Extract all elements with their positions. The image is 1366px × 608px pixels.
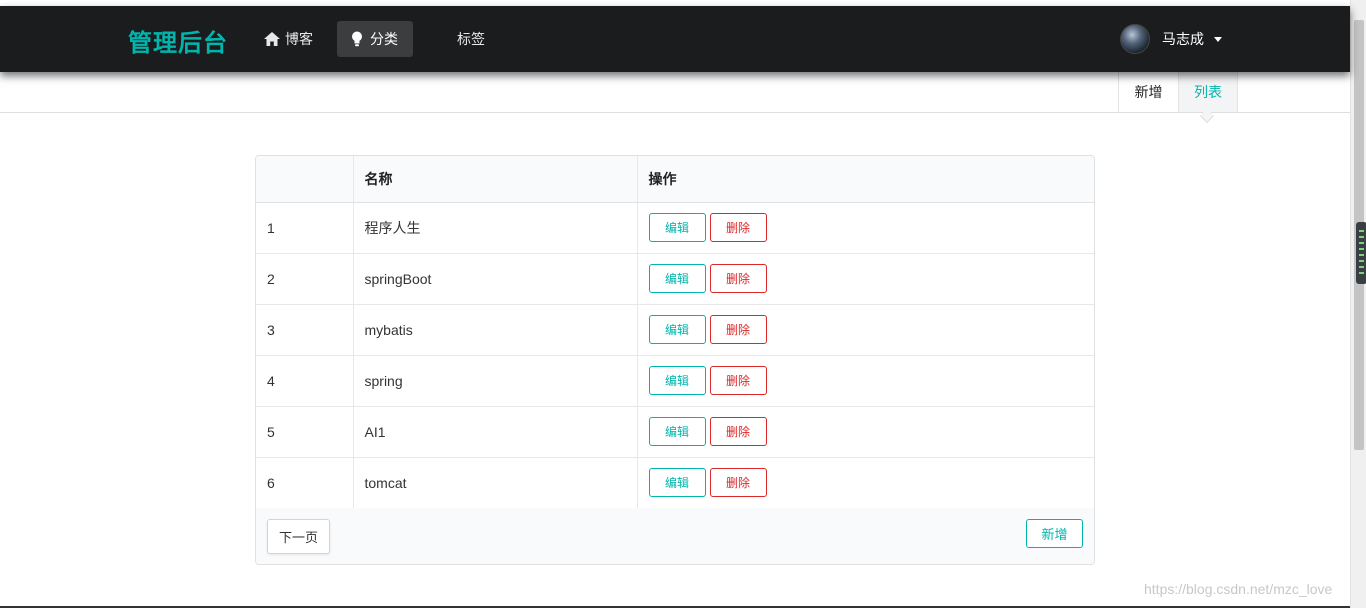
top-navbar: 管理后台 博客 分类 标签 马志成 bbox=[0, 6, 1350, 72]
delete-button[interactable]: 删除 bbox=[709, 366, 767, 395]
nav-item-category-label: 分类 bbox=[370, 31, 398, 47]
nav-item-category[interactable]: 分类 bbox=[337, 21, 413, 57]
row-name: springBoot bbox=[352, 253, 637, 305]
category-table: 名称 操作 1 程序人生 编辑 删除 2 springBoot 编辑 删除 3 … bbox=[255, 155, 1095, 565]
table-row: 2 springBoot 编辑 删除 bbox=[256, 253, 1094, 305]
row-name: mybatis bbox=[352, 304, 637, 356]
add-category-button[interactable]: 新增 bbox=[1026, 519, 1083, 548]
row-actions: 编辑 删除 bbox=[636, 304, 1094, 356]
table-footer: 下一页 新增 bbox=[256, 508, 1094, 564]
header-name: 名称 bbox=[352, 156, 637, 203]
delete-button[interactable]: 删除 bbox=[709, 264, 767, 293]
user-name: 马志成 bbox=[1162, 31, 1204, 47]
table-header-row: 名称 操作 bbox=[256, 156, 1094, 203]
avatar bbox=[1120, 24, 1150, 54]
table-row: 3 mybatis 编辑 删除 bbox=[256, 304, 1094, 356]
watermark-text: https://blog.csdn.net/mzc_love bbox=[1144, 581, 1333, 597]
brand-title[interactable]: 管理后台 bbox=[128, 23, 228, 58]
tab-list[interactable]: 列表 bbox=[1178, 72, 1238, 112]
user-menu[interactable]: 马志成 bbox=[1120, 23, 1222, 55]
row-index: 4 bbox=[256, 355, 353, 407]
row-actions: 编辑 删除 bbox=[636, 406, 1094, 458]
side-widget-icon bbox=[1356, 222, 1366, 284]
table-row: 4 spring 编辑 删除 bbox=[256, 355, 1094, 407]
edit-button[interactable]: 编辑 bbox=[648, 315, 706, 344]
row-name: tomcat bbox=[352, 457, 637, 509]
edit-button[interactable]: 编辑 bbox=[648, 366, 706, 395]
row-index: 3 bbox=[256, 304, 353, 356]
table-row: 6 tomcat 编辑 删除 bbox=[256, 457, 1094, 509]
sub-menu: 新增 列表 bbox=[0, 72, 1350, 113]
row-name: 程序人生 bbox=[352, 202, 637, 254]
delete-button[interactable]: 删除 bbox=[709, 315, 767, 344]
edit-button[interactable]: 编辑 bbox=[648, 468, 706, 497]
category-table-grid: 名称 操作 1 程序人生 编辑 删除 2 springBoot 编辑 删除 3 … bbox=[256, 156, 1094, 509]
row-index: 5 bbox=[256, 406, 353, 458]
page: 管理后台 博客 分类 标签 马志成 新增 列表 名称 操作 1 程序人生 编辑 … bbox=[0, 0, 1366, 608]
lightbulb-icon bbox=[349, 31, 365, 47]
row-actions: 编辑 删除 bbox=[636, 355, 1094, 407]
row-index: 2 bbox=[256, 253, 353, 305]
table-row: 1 程序人生 编辑 删除 bbox=[256, 202, 1094, 254]
edit-button[interactable]: 编辑 bbox=[648, 264, 706, 293]
row-name: AI1 bbox=[352, 406, 637, 458]
edit-button[interactable]: 编辑 bbox=[648, 213, 706, 242]
row-index: 1 bbox=[256, 202, 353, 254]
row-actions: 编辑 删除 bbox=[636, 202, 1094, 254]
delete-button[interactable]: 删除 bbox=[709, 468, 767, 497]
header-index bbox=[256, 156, 353, 203]
vertical-scrollbar[interactable] bbox=[1350, 0, 1366, 608]
header-actions: 操作 bbox=[636, 156, 1094, 203]
table-row: 5 AI1 编辑 删除 bbox=[256, 406, 1094, 458]
row-name: spring bbox=[352, 355, 637, 407]
nav-item-blog-label: 博客 bbox=[285, 31, 313, 47]
tab-new[interactable]: 新增 bbox=[1118, 72, 1178, 112]
nav-item-tags-label: 标签 bbox=[457, 31, 485, 47]
row-index: 6 bbox=[256, 457, 353, 509]
row-actions: 编辑 删除 bbox=[636, 457, 1094, 509]
nav-item-blog[interactable]: 博客 bbox=[252, 21, 325, 57]
next-page-button[interactable]: 下一页 bbox=[267, 519, 330, 554]
caret-down-icon bbox=[1214, 36, 1222, 42]
edit-button[interactable]: 编辑 bbox=[648, 417, 706, 446]
delete-button[interactable]: 删除 bbox=[709, 213, 767, 242]
home-icon bbox=[264, 31, 280, 47]
row-actions: 编辑 删除 bbox=[636, 253, 1094, 305]
nav-item-tags[interactable]: 标签 bbox=[445, 21, 497, 57]
delete-button[interactable]: 删除 bbox=[709, 417, 767, 446]
